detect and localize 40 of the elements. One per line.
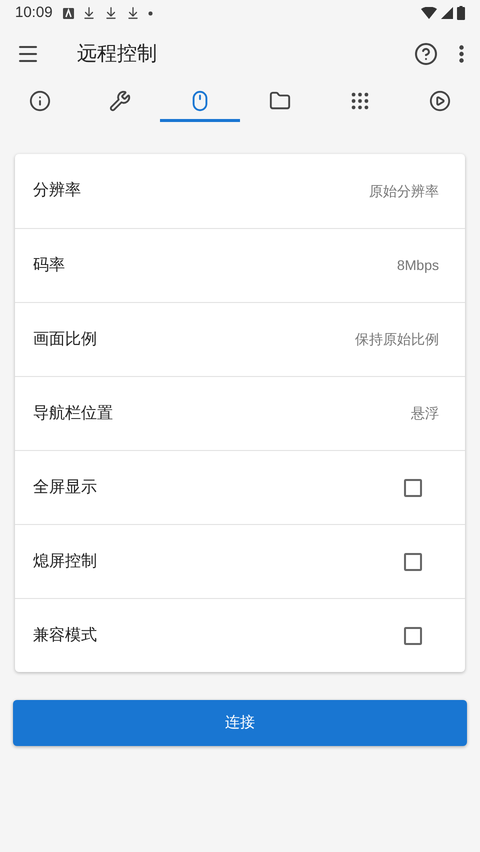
settings-row[interactable]: 码率 8Mbps: [15, 228, 465, 302]
download-icon: [126, 6, 140, 20]
folder-icon: [269, 90, 291, 112]
settings-row[interactable]: 全屏显示: [15, 450, 465, 524]
setting-value: 8Mbps: [396, 256, 439, 275]
settings-row[interactable]: 画面比例 保持原始比例: [15, 302, 465, 376]
setting-label: 导航栏位置: [33, 404, 113, 424]
setting-label: 熄屏控制: [33, 552, 97, 572]
checkbox[interactable]: [404, 552, 422, 570]
connect-button[interactable]: 连接: [13, 700, 467, 746]
setting-value: 保持原始比例: [355, 330, 439, 349]
setting-label: 画面比例: [33, 330, 97, 350]
more-button[interactable]: [459, 45, 464, 63]
settings-row[interactable]: 导航栏位置 悬浮: [15, 376, 465, 450]
settings-row[interactable]: 分辨率 原始分辨率: [15, 154, 465, 228]
setting-label: 兼容模式: [33, 626, 97, 646]
help-icon: [414, 42, 438, 66]
notification-icon: [62, 8, 74, 18]
dot-icon: [148, 10, 153, 16]
setting-value: 悬浮: [411, 404, 439, 423]
more-icon: [459, 45, 464, 63]
status-time: 10:09: [15, 2, 53, 23]
wrench-icon: [109, 90, 131, 112]
battery-icon: [457, 6, 465, 20]
play-icon: [429, 90, 451, 112]
setting-label: 码率: [33, 256, 65, 276]
settings-row[interactable]: 兼容模式: [15, 598, 465, 672]
setting-label: 全屏显示: [33, 478, 97, 498]
setting-label: 分辨率: [33, 180, 81, 201]
page-title: 远程控制: [77, 42, 157, 67]
download-icon: [104, 6, 118, 20]
settings-row[interactable]: 熄屏控制: [15, 524, 465, 598]
download-icon: [82, 6, 96, 20]
help-button[interactable]: [414, 42, 438, 66]
signal-icon: [441, 7, 453, 19]
checkbox[interactable]: [404, 478, 422, 496]
setting-value: 原始分辨率: [369, 182, 439, 200]
wifi-icon: [421, 7, 437, 19]
info-icon: [29, 90, 51, 112]
checkbox[interactable]: [404, 626, 422, 644]
